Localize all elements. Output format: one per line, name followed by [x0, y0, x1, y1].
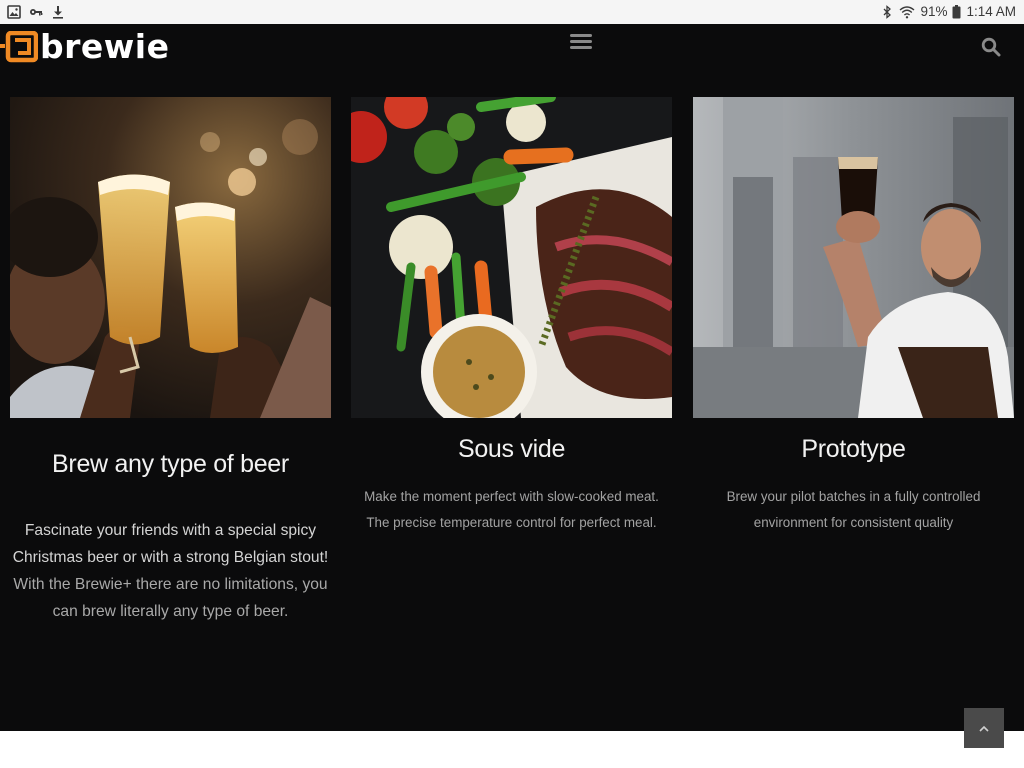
card-title: Brew any type of beer — [52, 450, 289, 478]
feature-card-sous-vide: Sous vide Make the moment perfect with s… — [351, 97, 672, 530]
hamburger-menu-icon[interactable] — [569, 32, 593, 50]
logo-wordmark: brewie — [40, 27, 170, 66]
wifi-icon — [899, 5, 915, 18]
clock: 1:14 AM — [966, 4, 1016, 19]
battery-icon — [952, 4, 961, 18]
site-header: brewie — [0, 24, 1024, 70]
brewer-photo — [693, 97, 1014, 418]
footer-band — [0, 731, 1024, 768]
status-bar: 91% 1:14 AM — [0, 0, 1024, 24]
gallery-icon — [7, 5, 21, 19]
beer-toast-photo — [10, 97, 331, 418]
card-description-highlight: Fascinate your friends with a special sp… — [12, 522, 329, 566]
scroll-to-top-button[interactable] — [964, 708, 1004, 748]
feature-card-brew: Brew any type of beer Fascinate your fri… — [10, 97, 331, 620]
card-description-rest: With the Brewie+ there are no limitation… — [13, 576, 328, 620]
brewie-logo[interactable]: brewie — [0, 27, 170, 66]
battery-percent: 91% — [920, 4, 948, 19]
card-description: Fascinate your friends with a special sp… — [10, 517, 331, 625]
key-icon — [30, 9, 43, 16]
card-description: Make the moment perfect with slow-cooked… — [364, 489, 659, 530]
brewie-logo-mark — [0, 31, 38, 63]
bluetooth-icon — [883, 4, 892, 19]
card-title: Sous vide — [457, 435, 566, 463]
card-description: Brew your pilot batches in a fully contr… — [726, 489, 981, 530]
chevron-up-icon — [979, 725, 989, 732]
steak-vegetables-photo — [351, 97, 672, 418]
download-icon — [53, 6, 63, 19]
card-title: Prototype — [801, 435, 906, 463]
search-icon[interactable] — [981, 37, 1001, 57]
feature-card-prototype: Prototype Brew your pilot batches in a f… — [693, 97, 1014, 530]
